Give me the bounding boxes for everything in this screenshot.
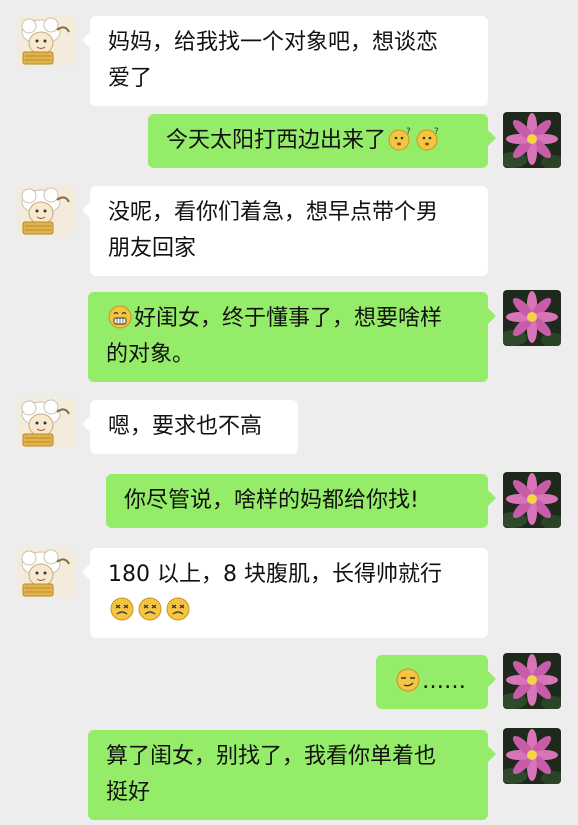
avatar-mom[interactable] bbox=[17, 548, 75, 598]
message-text: 你尽管说，啥样的妈都给你找! bbox=[124, 488, 419, 513]
message-bubble[interactable]: 嗯，要求也不高 bbox=[82, 400, 298, 454]
avatar-daughter[interactable] bbox=[503, 112, 561, 168]
message-bubble[interactable]: 算了闺女，别找了，我看你单着也 挺好 bbox=[88, 730, 496, 820]
message-text: …… bbox=[422, 669, 466, 694]
avatar-mom[interactable] bbox=[17, 186, 75, 236]
confused-face-icon bbox=[415, 126, 441, 152]
message-text: 的对象。 bbox=[106, 342, 195, 367]
avatar-daughter[interactable] bbox=[503, 653, 561, 709]
message-bubble[interactable]: 180 以上，8 块腹肌，长得帅就行 bbox=[82, 548, 488, 638]
message-bubble[interactable]: 今天太阳打西边出来了 bbox=[148, 114, 496, 168]
message-text: 好闺女，终于懂事了，想要啥样 bbox=[134, 306, 443, 331]
message-text: 180 以上，8 块腹肌，长得帅就行 bbox=[108, 562, 442, 587]
avatar-daughter[interactable] bbox=[503, 728, 561, 784]
message-text: 今天太阳打西边出来了 bbox=[166, 128, 387, 153]
message-text: 嗯，要求也不高 bbox=[108, 414, 263, 439]
message-text: 没呢，看你们着急，想早点带个男 bbox=[108, 200, 439, 225]
dizzy-face-icon bbox=[109, 596, 135, 622]
avatar-mom[interactable] bbox=[17, 398, 75, 448]
message-text: 挺好 bbox=[106, 780, 151, 805]
message-text: 爱了 bbox=[108, 66, 153, 91]
avatar-daughter[interactable] bbox=[503, 290, 561, 346]
grinning-face-icon bbox=[107, 304, 133, 330]
confused-face-icon bbox=[387, 126, 413, 152]
message-bubble[interactable]: 好闺女，终于懂事了，想要啥样 的对象。 bbox=[88, 292, 496, 382]
message-text: 朋友回家 bbox=[108, 236, 197, 261]
message-bubble[interactable]: 你尽管说，啥样的妈都给你找! bbox=[106, 474, 496, 528]
dizzy-face-icon bbox=[137, 596, 163, 622]
message-bubble[interactable]: 没呢，看你们着急，想早点带个男 朋友回家 bbox=[82, 186, 488, 276]
message-bubble[interactable]: 妈妈，给我找一个对象吧，想谈恋 爱了 bbox=[82, 16, 488, 106]
avatar-daughter[interactable] bbox=[503, 472, 561, 528]
message-bubble[interactable]: …… bbox=[376, 655, 496, 709]
avatar-mom[interactable] bbox=[17, 16, 75, 66]
message-text: 算了闺女，别找了，我看你单着也 bbox=[106, 744, 437, 769]
message-text: 妈妈，给我找一个对象吧，想谈恋 bbox=[108, 30, 439, 55]
smirk-face-icon bbox=[395, 667, 421, 693]
dizzy-face-icon bbox=[165, 596, 191, 622]
